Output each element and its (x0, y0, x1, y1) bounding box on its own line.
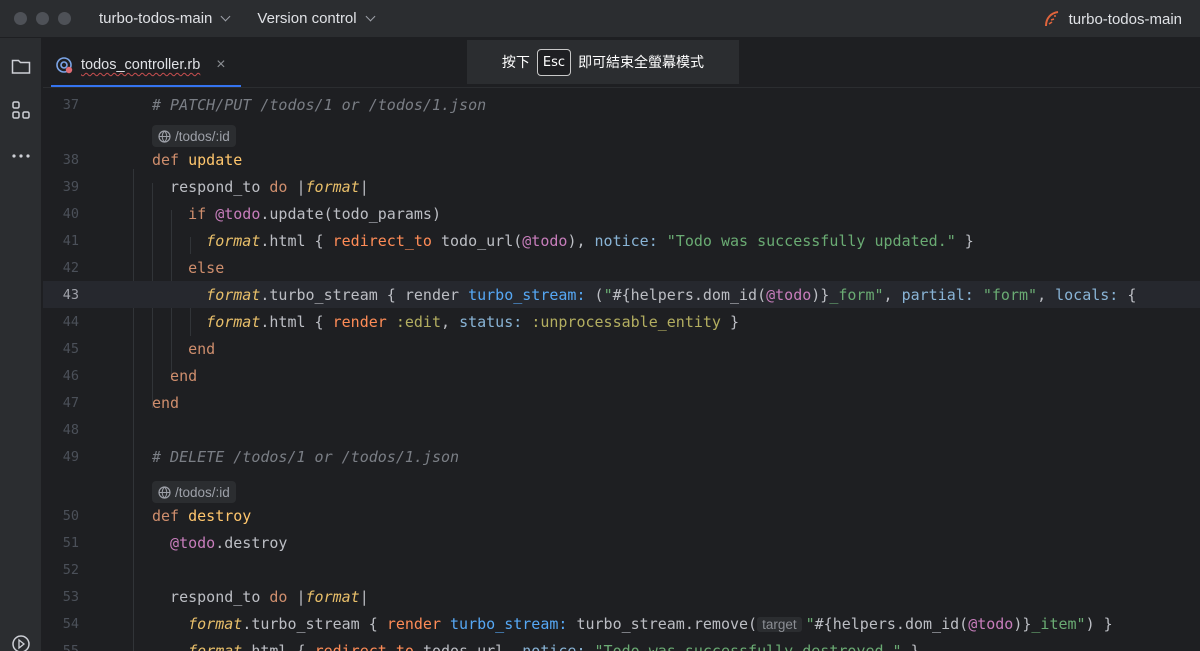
tab-todos-controller[interactable]: todos_controller.rb × (55, 50, 226, 80)
zoom-window-button[interactable] (58, 12, 71, 25)
code-line[interactable]: 52 (43, 556, 1200, 583)
code-line[interactable]: 39 respond_to do |format| (43, 173, 1200, 200)
code-text: @todo.destroy (152, 533, 288, 552)
line-number: 54 (62, 615, 79, 632)
fullscreen-exit-hint: 按下 Esc 即可結束全螢幕模式 (467, 40, 739, 84)
version-control-label: Version control (257, 10, 357, 27)
code-line-current[interactable]: 43 format.turbo_stream { render turbo_st… (43, 281, 1200, 308)
tool-window-strip (0, 38, 42, 651)
code-line[interactable]: 55 format.html { redirect_to todos_url, … (43, 637, 1200, 651)
line-number: 52 (62, 561, 79, 578)
code-text: else (152, 258, 225, 277)
line-number: 53 (62, 588, 79, 605)
run-config-label: turbo-todos-main (1068, 10, 1182, 28)
code-text: respond_to do |format| (152, 177, 369, 196)
run-icon[interactable] (9, 632, 33, 651)
tab-label: todos_controller.rb (81, 57, 201, 73)
code-line[interactable]: 48 (43, 416, 1200, 443)
window-controls[interactable] (14, 12, 71, 25)
code-line[interactable]: 49 # DELETE /todos/1 or /todos/1.json (43, 443, 1200, 470)
line-number: 49 (62, 448, 79, 465)
code-line[interactable]: 50 def destroy (43, 502, 1200, 529)
version-control-menu[interactable]: Version control (257, 10, 376, 27)
folder-icon[interactable] (9, 54, 33, 78)
ruby-file-icon (56, 57, 73, 74)
line-number: 51 (62, 534, 79, 551)
more-icon[interactable] (9, 144, 33, 168)
route-hint-text: /todos/:id (175, 484, 230, 500)
close-tab-icon[interactable]: × (216, 56, 225, 74)
line-number: 47 (62, 394, 79, 411)
chevron-down-icon (220, 11, 231, 22)
code-text: # PATCH/PUT /todos/1 or /todos/1.json (152, 95, 487, 114)
line-number: 44 (62, 313, 79, 330)
code-line[interactable]: 45 end (43, 335, 1200, 362)
code-text: respond_to do |format| (152, 587, 369, 606)
globe-icon (158, 129, 171, 143)
route-hint-text: /todos/:id (175, 128, 230, 144)
project-name: turbo-todos-main (99, 10, 213, 27)
title-bar: turbo-todos-main Version control turbo-t… (0, 0, 1200, 38)
minimize-window-button[interactable] (36, 12, 49, 25)
line-number: 39 (62, 178, 79, 195)
line-number: 38 (62, 151, 79, 168)
code-text: format.turbo_stream { render turbo_strea… (152, 285, 1137, 304)
line-number: 55 (62, 642, 79, 651)
code-line[interactable]: 37 # PATCH/PUT /todos/1 or /todos/1.json (43, 91, 1200, 118)
active-tab-indicator (51, 85, 241, 87)
code-text: format.turbo_stream { render turbo_strea… (152, 614, 1113, 633)
line-number: 50 (62, 507, 79, 524)
code-text: format.html { render :edit, status: :unp… (152, 312, 740, 331)
param-inlay-hint: target (757, 616, 802, 632)
code-text: def update (152, 150, 243, 169)
code-text: end (152, 339, 216, 358)
line-number: 42 (62, 259, 79, 276)
code-line[interactable]: 53 respond_to do |format| (43, 583, 1200, 610)
code-line[interactable]: 47 end (43, 389, 1200, 416)
code-text: if @todo.update(todo_params) (152, 204, 441, 223)
line-number: 43 (62, 286, 79, 303)
line-number: 45 (62, 340, 79, 357)
chevron-down-icon (365, 11, 376, 22)
project-selector[interactable]: turbo-todos-main (99, 10, 231, 27)
esc-key-badge: Esc (536, 48, 572, 76)
code-line[interactable]: 54 format.turbo_stream { render turbo_st… (43, 610, 1200, 637)
code-line[interactable]: 46 end (43, 362, 1200, 389)
route-hint[interactable]: /todos/:id (152, 481, 236, 503)
line-number: 41 (62, 232, 79, 249)
code-line[interactable]: 42 else (43, 254, 1200, 281)
code-text: format.html { redirect_to todos_url, not… (152, 641, 920, 651)
route-hint[interactable]: /todos/:id (152, 125, 236, 147)
hint-prefix: 按下 (501, 55, 530, 71)
code-line[interactable]: 51 @todo.destroy (43, 529, 1200, 556)
code-line[interactable]: 44 format.html { render :edit, status: :… (43, 308, 1200, 335)
line-number: 37 (62, 96, 79, 113)
code-text: # DELETE /todos/1 or /todos/1.json (152, 447, 460, 466)
code-editor[interactable]: 37 # PATCH/PUT /todos/1 or /todos/1.json… (43, 89, 1200, 651)
hint-suffix: 即可結束全螢幕模式 (578, 55, 705, 71)
structure-icon[interactable] (9, 98, 33, 122)
code-text: end (152, 393, 180, 412)
line-number: 48 (62, 421, 79, 438)
code-text: def destroy (152, 506, 252, 525)
code-line[interactable]: 40 if @todo.update(todo_params) (43, 200, 1200, 227)
close-window-button[interactable] (14, 12, 27, 25)
globe-icon (158, 485, 171, 499)
code-line[interactable]: 38 def update (43, 146, 1200, 173)
rails-icon (1044, 11, 1058, 27)
run-config[interactable]: turbo-todos-main (1043, 0, 1182, 38)
line-number: 46 (62, 367, 79, 384)
code-text: end (152, 366, 198, 385)
code-text: format.html { redirect_to todo_url(@todo… (152, 231, 974, 250)
line-number: 40 (62, 205, 79, 222)
code-line[interactable]: 41 format.html { redirect_to todo_url(@t… (43, 227, 1200, 254)
